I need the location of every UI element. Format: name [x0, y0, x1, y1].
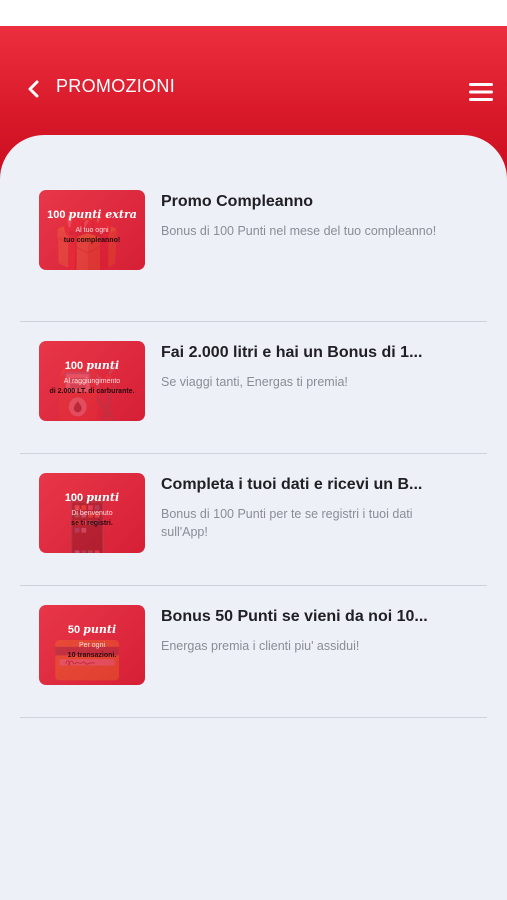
promo-list: 🎁 100 punti extra Al tuo ogni tuo comple… — [20, 190, 487, 718]
promo-thumbnail: 💳 50 punti Per ogni 10 transazioni. — [39, 605, 145, 685]
thumb-line3: di 2.000 LT. di carburante. — [49, 388, 135, 395]
promo-thumbnail: 🎁 100 punti extra Al tuo ogni tuo comple… — [39, 190, 145, 270]
promo-item[interactable]: ⛽ 100 punti Al raggiungimento di 2.000 L… — [20, 322, 487, 454]
promo-title: Completa i tuoi dati e ricevi un B... — [161, 476, 423, 493]
promo-description: Bonus di 100 Punti nel mese del tuo comp… — [161, 224, 437, 238]
menu-button[interactable] — [466, 80, 496, 104]
thumb-script: punti — [83, 623, 117, 636]
promo-item[interactable]: 🎁 100 punti extra Al tuo ogni tuo comple… — [20, 190, 487, 322]
thumb-line2: Al raggiungimento — [63, 378, 121, 385]
promo-title: Bonus 50 Punti se vieni da noi 10... — [161, 608, 428, 625]
thumb-headline: 50 — [67, 624, 81, 636]
thumb-script: punti — [86, 491, 120, 504]
thumb-line3: tuo compleanno! — [63, 237, 121, 244]
back-button[interactable] — [20, 74, 50, 104]
promo-title: Fai 2.000 litri e hai un Bonus di 1... — [161, 344, 423, 361]
thumb-line2: Al tuo ogni — [75, 227, 109, 234]
thumb-headline: 100 — [64, 492, 84, 504]
thumb-line2: Per ogni — [78, 642, 106, 649]
thumb-line2: Di benvenuto — [71, 510, 113, 517]
thumb-headline: 100 — [47, 209, 66, 221]
thumb-line3: se ti registri. — [71, 520, 113, 527]
promo-thumbnail: ⛽ 100 punti Al raggiungimento di 2.000 L… — [39, 341, 145, 421]
promo-item[interactable]: 💳 50 punti Per ogni 10 transazioni. Bonu… — [20, 586, 487, 718]
thumb-line3: 10 transazioni. — [67, 652, 117, 659]
status-bar — [0, 0, 507, 26]
promo-description: Bonus di 100 Punti per te se registri i … — [161, 507, 413, 539]
hamburger-menu-icon — [469, 83, 493, 101]
promo-title: Promo Compleanno — [161, 193, 314, 210]
thumb-script: punti — [86, 359, 120, 372]
thumb-script: punti extra — [68, 208, 137, 221]
promo-description: Energas premia i clienti piu' assidui! — [161, 639, 360, 653]
promo-item[interactable]: 📱 100 punti Di benvenuto se ti registri.… — [20, 454, 487, 586]
page-title: PROMOZIONI — [56, 76, 175, 96]
chevron-left-icon — [28, 80, 39, 98]
thumb-headline: 100 — [64, 360, 84, 372]
content-sheet: 🎁 100 punti extra Al tuo ogni tuo comple… — [0, 135, 507, 900]
promo-description: Se viaggi tanti, Energas ti premia! — [161, 375, 348, 389]
promo-thumbnail: 📱 100 punti Di benvenuto se ti registri. — [39, 473, 145, 553]
